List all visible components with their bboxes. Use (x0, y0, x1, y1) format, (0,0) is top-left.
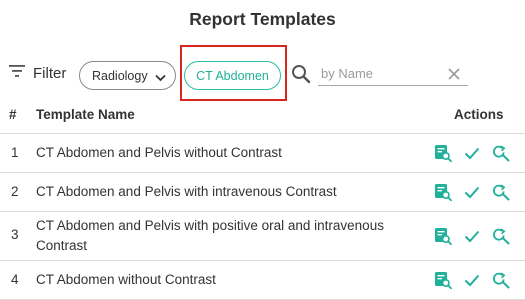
check-icon[interactable] (462, 226, 482, 246)
preview-report-icon[interactable] (433, 270, 453, 290)
table-row[interactable]: 4 CT Abdomen without Contrast (0, 260, 525, 299)
highlight-box (180, 45, 287, 101)
column-header-template-name: Template Name (36, 107, 135, 122)
check-icon[interactable] (462, 143, 482, 163)
table-row[interactable]: 2 CT Abdomen and Pelvis with intravenous… (0, 172, 525, 211)
find-replace-icon[interactable] (491, 182, 511, 202)
row-number: 3 (11, 227, 19, 242)
search-input[interactable] (318, 64, 468, 86)
find-replace-icon[interactable] (491, 143, 511, 163)
page-title: Report Templates (189, 9, 336, 29)
row-number: 1 (11, 145, 19, 160)
filter-toggle[interactable]: Filter (9, 64, 66, 82)
filter-lines-icon (9, 64, 25, 82)
preview-report-icon[interactable] (433, 143, 453, 163)
filter-label: Filter (33, 64, 67, 82)
check-icon[interactable] (462, 182, 482, 202)
search-icon[interactable] (291, 64, 311, 89)
find-replace-icon[interactable] (491, 226, 511, 246)
row-number: 4 (11, 272, 19, 287)
column-header-actions: Actions (454, 107, 504, 122)
preview-report-icon[interactable] (433, 182, 453, 202)
close-icon[interactable] (447, 67, 461, 86)
column-header-number: # (9, 107, 17, 122)
preview-report-icon[interactable] (433, 226, 453, 246)
row-template-name: CT Abdomen and Pelvis with positive oral… (36, 218, 384, 253)
table-row[interactable]: 1 CT Abdomen and Pelvis without Contrast (0, 133, 525, 172)
row-template-name: CT Abdomen and Pelvis without Contrast (36, 145, 282, 160)
chevron-down-icon (155, 71, 166, 85)
table-row[interactable]: 3 CT Abdomen and Pelvis with positive or… (0, 211, 525, 260)
row-template-name: CT Abdomen without Contrast (36, 272, 216, 287)
specialty-select[interactable]: Radiology (79, 61, 176, 90)
find-replace-icon[interactable] (491, 270, 511, 290)
row-template-name: CT Abdomen and Pelvis with intravenous C… (36, 184, 337, 199)
check-icon[interactable] (462, 270, 482, 290)
specialty-select-value: Radiology (92, 68, 148, 83)
row-number: 2 (11, 184, 19, 199)
